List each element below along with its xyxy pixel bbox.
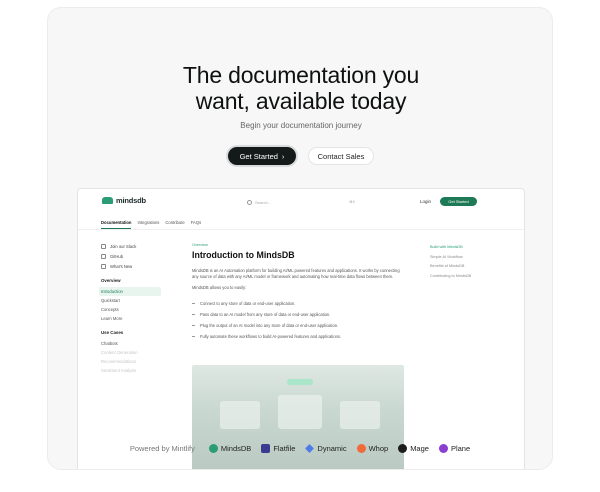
- search-bar[interactable]: Search... ⌘K: [247, 197, 355, 207]
- title-line-1: The documentation you: [182, 62, 420, 88]
- logo-text: mindsdb: [116, 196, 146, 205]
- docs-nav-tabs: Documentation Integrations Contribute FA…: [101, 220, 201, 225]
- list-item-text: Plug the output of an AI model into any …: [200, 322, 339, 328]
- list-item: Plug the output of an AI model into any …: [192, 320, 404, 331]
- toc-item[interactable]: Benefits of MindsDB: [430, 264, 510, 274]
- mage-icon: [398, 443, 408, 453]
- brand-name: Plane: [450, 443, 471, 453]
- whop-icon: [356, 443, 366, 453]
- illustration-shape: [278, 395, 322, 429]
- tab-faqs[interactable]: FAQs: [191, 220, 201, 225]
- docs-topbar: mindsdb Search... ⌘K Login Get Started: [78, 189, 524, 213]
- allows-paragraph: MindsDB allows you to easily:: [192, 285, 247, 291]
- search-placeholder: Search...: [255, 199, 272, 205]
- contact-sales-label: Contact Sales: [317, 151, 365, 161]
- mindsdb-icon: [208, 443, 218, 453]
- illustration-shape: [340, 401, 380, 429]
- brand-dynamic[interactable]: Dynamic: [305, 443, 347, 453]
- mindsdb-logo[interactable]: mindsdb: [102, 196, 146, 205]
- list-item: Connect to any store of data or end-user…: [192, 298, 404, 309]
- breadcrumb[interactable]: Overview: [192, 243, 404, 250]
- chevron-right-icon: ›: [281, 151, 285, 161]
- sidebar-link-label: What's New: [110, 263, 133, 269]
- sidebar-item-learn-more[interactable]: Learn More: [101, 314, 171, 323]
- sidebar-item-sentiment-analysis[interactable]: Sentiment Analysis: [101, 366, 171, 375]
- toc-item[interactable]: Simple AI Workflow: [430, 255, 510, 265]
- illustration-highlight: [287, 379, 313, 385]
- flatfile-icon: [261, 443, 271, 453]
- intro-paragraph: MindsDB is an AI Automation platform for…: [192, 268, 400, 280]
- toc-item[interactable]: Build with MindsDB: [430, 245, 510, 255]
- docs-get-started-label: Get Started: [448, 199, 469, 204]
- sidebar-item-concepts[interactable]: Concepts: [101, 305, 171, 314]
- powered-by-bar: Powered by Mintlify MindsDB Flatfile Dyn…: [0, 438, 600, 458]
- docs-get-started-button[interactable]: Get Started: [440, 197, 477, 206]
- brand-name: MindsDB: [220, 443, 252, 453]
- docs-heading: Introduction to MindsDB: [192, 250, 295, 260]
- list-item-text: Pass data to an AI model from any store …: [200, 311, 331, 317]
- list-item-text: Connect to any store of data or end-user…: [200, 300, 296, 306]
- brand-name: Mage: [410, 443, 429, 453]
- brand-flatfile[interactable]: Flatfile: [261, 443, 296, 453]
- sidebar-link-label: Join our Slack: [110, 243, 137, 249]
- toc-item[interactable]: Contributing to MindsDB: [430, 274, 510, 284]
- brand-mindsdb[interactable]: MindsDB: [208, 443, 252, 453]
- sidebar-link-label: GitHub: [110, 253, 124, 259]
- tab-contribute[interactable]: Contribute: [165, 220, 184, 225]
- list-item: Pass data to an AI model from any store …: [192, 309, 404, 320]
- brand-name: Flatfile: [273, 443, 296, 453]
- list-item: Fully automate these workflows to build …: [192, 331, 404, 342]
- contact-sales-button[interactable]: Contact Sales: [308, 147, 374, 165]
- sidebar-link-github[interactable]: GitHub: [101, 251, 171, 261]
- page-subtitle: Begin your documentation journey: [240, 121, 362, 130]
- brand-whop[interactable]: Whop: [356, 443, 389, 453]
- sidebar-item-chatbots[interactable]: Chatbots: [101, 339, 171, 348]
- brand-plane[interactable]: Plane: [438, 443, 471, 453]
- illustration-shape: [220, 401, 260, 429]
- tab-documentation[interactable]: Documentation: [101, 220, 131, 225]
- slack-icon: [101, 243, 106, 249]
- sidebar-link-slack[interactable]: Join our Slack: [101, 241, 171, 251]
- docs-preview-window: mindsdb Search... ⌘K Login Get Started D…: [77, 188, 525, 469]
- dynamic-icon: [305, 443, 315, 453]
- login-link[interactable]: Login: [420, 199, 431, 204]
- divider: [78, 229, 524, 230]
- tab-integrations[interactable]: Integrations: [137, 220, 159, 225]
- brand-mage[interactable]: Mage: [398, 443, 429, 453]
- sidebar-heading-overview: Overview: [101, 278, 121, 283]
- sidebar-item-recommendations[interactable]: Recommendations: [101, 357, 171, 366]
- github-icon: [101, 253, 106, 259]
- brand-name: Whop: [368, 443, 389, 453]
- sidebar-link-whats-new[interactable]: What's New: [101, 261, 171, 271]
- docs-sidebar: Join our Slack GitHub What's New Overvie…: [99, 241, 171, 375]
- megaphone-icon: [101, 263, 106, 269]
- mindsdb-logo-icon: [102, 197, 113, 204]
- powered-by-label: Powered by Mintlify: [129, 443, 195, 453]
- sidebar-item-content-generation[interactable]: Content Generation: [101, 348, 171, 357]
- plane-icon: [438, 443, 448, 453]
- bullet-marker: [192, 302, 195, 304]
- sidebar-heading-use-cases: Use Cases: [101, 330, 124, 335]
- bullet-marker: [192, 335, 195, 337]
- get-started-label: Get Started: [239, 151, 278, 161]
- get-started-button[interactable]: Get Started ›: [228, 147, 296, 165]
- table-of-contents: Build with MindsDB Simple AI Workflow Be…: [430, 245, 510, 283]
- bullet-marker: [192, 313, 195, 315]
- page-title: The documentation you want, available to…: [48, 62, 552, 114]
- search-icon: [247, 199, 252, 205]
- feature-list: Connect to any store of data or end-user…: [192, 298, 404, 342]
- search-shortcut: ⌘K: [349, 200, 355, 204]
- sidebar-item-introduction[interactable]: Introduction: [99, 287, 161, 296]
- sidebar-item-quickstart[interactable]: Quickstart: [101, 296, 171, 305]
- bullet-marker: [192, 324, 195, 326]
- docs-content: Overview Introduction to MindsDB MindsDB…: [192, 243, 404, 342]
- hero-card: The documentation you want, available to…: [47, 7, 553, 470]
- title-line-2: want, available today: [195, 88, 407, 114]
- brand-name: Dynamic: [317, 443, 347, 453]
- list-item-text: Fully automate these workflows to build …: [200, 333, 342, 339]
